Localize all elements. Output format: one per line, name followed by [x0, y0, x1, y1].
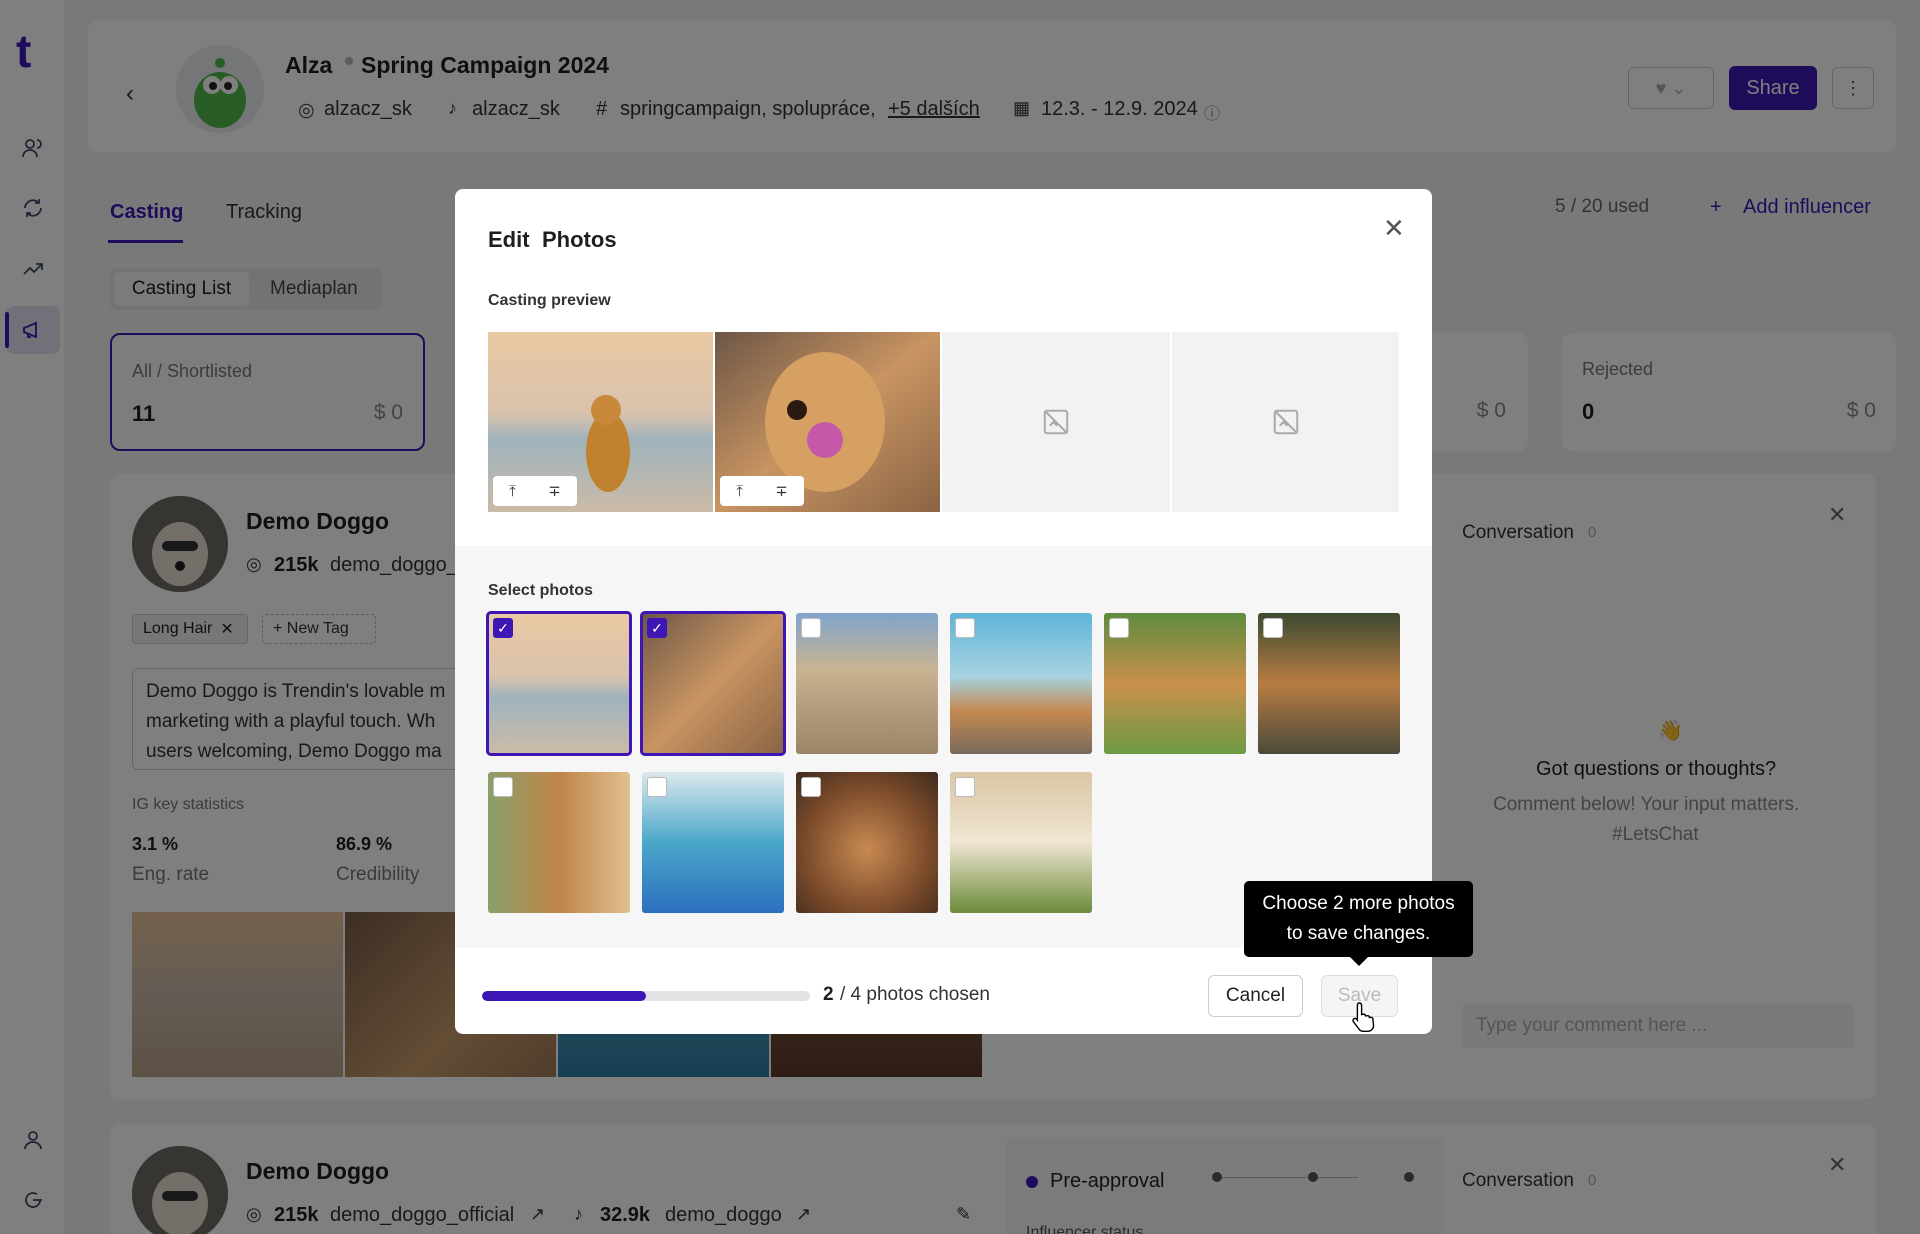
photo-checkbox[interactable]: ✓	[647, 618, 667, 638]
pointer-cursor-icon	[1351, 1001, 1377, 1038]
photo-option-8[interactable]	[642, 772, 784, 913]
photo-checkbox[interactable]	[1109, 618, 1129, 638]
select-photos-label: Select photos	[488, 582, 593, 599]
tooltip-line-2: to save changes.	[1286, 923, 1431, 944]
cancel-button[interactable]: Cancel	[1208, 975, 1303, 1017]
photo-checkbox[interactable]	[801, 777, 821, 797]
photo-option-1[interactable]: ✓	[486, 611, 632, 756]
chosen-count: 2	[823, 984, 834, 1005]
photo-checkbox[interactable]	[1263, 618, 1283, 638]
photo-option-6[interactable]	[1258, 613, 1400, 754]
move-to-top-icon[interactable]: ⤒	[509, 483, 516, 500]
preview-slot-empty-4	[1172, 332, 1399, 512]
photo-checkbox[interactable]	[955, 618, 975, 638]
move-to-top-icon[interactable]: ⤒	[736, 483, 743, 500]
photo-option-5[interactable]	[1104, 613, 1246, 754]
no-image-icon	[1043, 409, 1069, 435]
preview-photo-controls: ⤒ ∓	[720, 476, 804, 506]
preview-photo-controls: ⤒ ∓	[493, 476, 577, 506]
progress-track	[482, 991, 810, 1001]
edit-photos-modal: Edit Photos ✕ Casting preview ⤒ ∓ ⤒ ∓ Sele…	[455, 189, 1473, 1034]
photo-checkbox[interactable]: ✓	[493, 618, 513, 638]
save-tooltip: Choose 2 more photos to save changes.	[1244, 881, 1473, 966]
photo-option-10[interactable]	[950, 772, 1092, 913]
drag-handle-icon[interactable]: ∓	[548, 482, 561, 500]
close-icon[interactable]: ✕	[1383, 213, 1405, 244]
photo-option-3[interactable]	[796, 613, 938, 754]
chosen-text: / 4 photos chosen	[840, 984, 990, 1005]
preview-slot-empty-3	[942, 332, 1170, 512]
modal-title-photos: Photos	[542, 227, 617, 252]
photo-checkbox[interactable]	[955, 777, 975, 797]
modal-title-edit: Edit	[488, 227, 530, 252]
tooltip-line-1: Choose 2 more photos	[1262, 893, 1455, 914]
photo-option-9[interactable]	[796, 772, 938, 913]
drag-handle-icon[interactable]: ∓	[775, 482, 788, 500]
no-image-icon	[1273, 409, 1298, 435]
photo-checkbox[interactable]	[647, 777, 667, 797]
casting-preview-label: Casting preview	[488, 292, 611, 309]
photo-checkbox[interactable]	[801, 618, 821, 638]
preview-photo-2: ⤒ ∓	[715, 332, 940, 512]
photo-checkbox[interactable]	[493, 777, 513, 797]
preview-photo-1: ⤒ ∓	[488, 332, 713, 512]
photo-option-4[interactable]	[950, 613, 1092, 754]
progress-fill	[482, 991, 646, 1001]
photo-option-7[interactable]	[488, 772, 630, 913]
photo-option-2[interactable]: ✓	[640, 611, 786, 756]
